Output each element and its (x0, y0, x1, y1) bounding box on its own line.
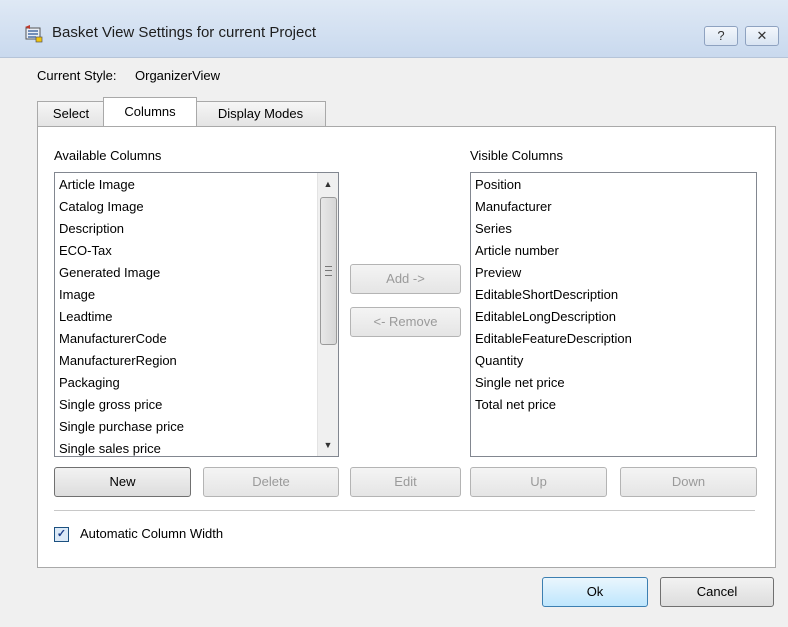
list-item[interactable]: Image (59, 284, 95, 306)
add-button-label: Add -> (386, 271, 425, 286)
cancel-button-label: Cancel (696, 584, 738, 599)
down-button-label: Down (671, 474, 706, 489)
cancel-button[interactable]: Cancel (660, 577, 774, 607)
list-item[interactable]: Leadtime (59, 306, 112, 328)
list-item[interactable]: EditableLongDescription (475, 306, 616, 328)
tab-columns[interactable]: Columns (103, 97, 197, 126)
list-item[interactable]: Description (59, 218, 124, 240)
tab-select-label: Select (52, 106, 90, 121)
list-item[interactable]: Generated Image (59, 262, 160, 284)
list-item[interactable]: Preview (475, 262, 521, 284)
new-button[interactable]: New (54, 467, 191, 497)
list-item[interactable]: Single sales price (59, 438, 161, 456)
current-style-label: Current Style: (37, 68, 117, 83)
list-item[interactable]: Catalog Image (59, 196, 144, 218)
new-button-label: New (109, 474, 136, 489)
window-title: Basket View Settings for current Project (52, 24, 317, 41)
list-item[interactable]: EditableFeatureDescription (475, 328, 632, 350)
list-item[interactable]: Quantity (475, 350, 523, 372)
delete-button[interactable]: Delete (203, 467, 339, 497)
edit-button[interactable]: Edit (350, 467, 461, 497)
checkmark-icon: ✓ (56, 528, 67, 540)
list-item[interactable]: Series (475, 218, 512, 240)
list-item[interactable]: Article Image (59, 174, 135, 196)
up-button-label: Up (530, 474, 547, 489)
close-button[interactable]: ✕ (745, 26, 779, 46)
edit-button-label: Edit (394, 474, 417, 489)
delete-button-label: Delete (252, 474, 290, 489)
remove-button-label: <- Remove (373, 314, 438, 329)
tab-display-modes-label: Display Modes (217, 106, 304, 121)
up-button[interactable]: Up (470, 467, 607, 497)
remove-button[interactable]: <- Remove (350, 307, 461, 337)
ok-button[interactable]: Ok (542, 577, 648, 607)
available-columns-header: Available Columns (54, 148, 162, 163)
down-button[interactable]: Down (620, 467, 757, 497)
auto-column-width-checkbox[interactable]: ✓ (54, 527, 69, 542)
basket-settings-icon (24, 25, 44, 43)
list-item[interactable]: Single purchase price (59, 416, 184, 438)
close-icon: ✕ (756, 28, 768, 43)
list-item[interactable]: Single net price (475, 372, 565, 394)
list-item[interactable]: Single gross price (59, 394, 162, 416)
current-style-value: OrganizerView (135, 68, 221, 83)
list-item[interactable]: Position (475, 174, 521, 196)
title-bar[interactable]: Basket View Settings for current Project… (0, 0, 788, 58)
list-item[interactable]: ManufacturerRegion (59, 350, 177, 372)
visible-columns-list[interactable]: Position Manufacturer Series Article num… (470, 172, 757, 457)
list-item[interactable]: ManufacturerCode (59, 328, 167, 350)
tab-select[interactable]: Select (37, 101, 105, 126)
scrollbar-grip (325, 266, 332, 276)
help-button[interactable]: ? (704, 26, 738, 46)
list-item[interactable]: Total net price (475, 394, 556, 416)
list-item[interactable]: EditableShortDescription (475, 284, 618, 306)
list-item[interactable]: Article number (475, 240, 559, 262)
add-button[interactable]: Add -> (350, 264, 461, 294)
list-item[interactable]: Manufacturer (475, 196, 552, 218)
ok-button-label: Ok (586, 584, 604, 599)
scroll-up-arrow-icon[interactable]: ▲ (318, 175, 338, 193)
help-icon: ? (717, 28, 725, 43)
tab-columns-label: Columns (124, 104, 176, 119)
available-columns-list[interactable]: Article Image Catalog Image Description … (54, 172, 339, 457)
auto-column-width-label[interactable]: Automatic Column Width (80, 526, 223, 541)
scroll-down-arrow-icon[interactable]: ▼ (318, 436, 338, 454)
visible-columns-header: Visible Columns (470, 148, 563, 163)
scrollbar-thumb[interactable] (320, 197, 337, 345)
tab-display-modes[interactable]: Display Modes (195, 101, 326, 126)
list-item[interactable]: ECO-Tax (59, 240, 112, 262)
dialog-window: Basket View Settings for current Project… (0, 0, 788, 627)
available-columns-scrollbar[interactable]: ▲ ▼ (317, 173, 338, 456)
separator-line (54, 510, 755, 511)
list-item[interactable]: Packaging (59, 372, 120, 394)
